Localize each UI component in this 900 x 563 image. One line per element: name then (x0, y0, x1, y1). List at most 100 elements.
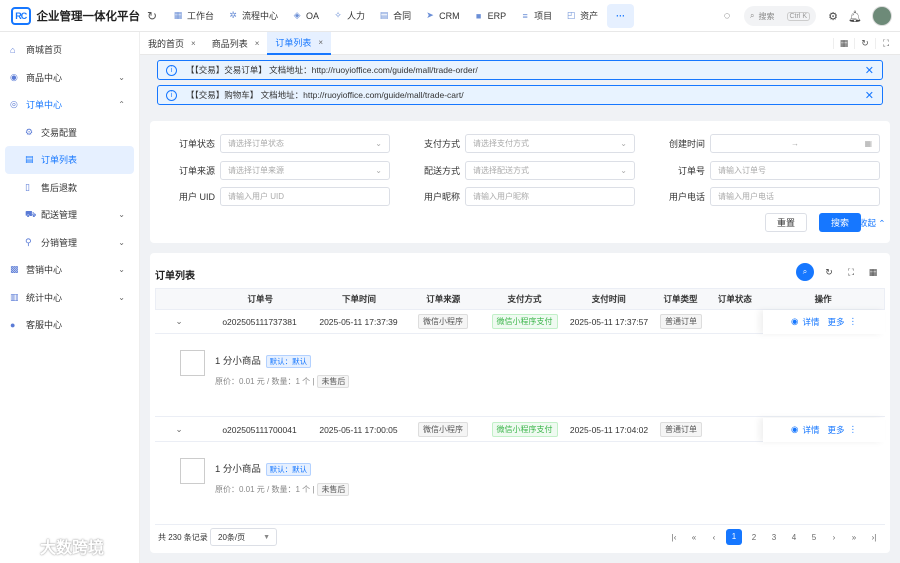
page-2[interactable]: 2 (744, 533, 764, 542)
app-logo[interactable]: RC 企业管理一体化平台 (0, 6, 140, 25)
fullscreen-icon[interactable]: ⛶ (875, 38, 896, 49)
sidebar-item-goods[interactable]: ◉ 商品中心 ⌄ (0, 64, 139, 92)
refresh-icon[interactable]: ↻ (142, 9, 162, 23)
total-count: 共 230 条记录 (158, 532, 208, 542)
chat-icon[interactable]: ◌ (716, 10, 738, 22)
first-page-icon[interactable]: |‹ (664, 533, 684, 542)
sidebar-item-marketing[interactable]: ▩ 营销中心 ⌄ (0, 256, 139, 284)
detail-link[interactable]: 详情 (802, 316, 819, 328)
table-row: ⌄ o202505111700041 2025-05-11 17:00:05 微信小程… (155, 417, 885, 442)
create-time-range[interactable]: → ▦ (710, 134, 880, 153)
top-menu-asset[interactable]: ◰ 资产 (559, 0, 605, 32)
collapse-toggle[interactable]: 收起 ⌃ (859, 217, 885, 229)
more-link[interactable]: 更多 (827, 316, 844, 328)
grid-icon[interactable]: ▦ (833, 38, 854, 49)
tab-2[interactable]: 订单列表 × (267, 31, 332, 55)
tab-label: 商品列表 (211, 38, 248, 49)
close-icon[interactable]: ✕ (865, 64, 874, 77)
info-icon: i (166, 89, 177, 101)
bell-icon[interactable]: 🔔︎ (844, 10, 866, 23)
search-icon: ⌕ (750, 11, 755, 20)
type-tag: 普通订单 (660, 314, 702, 329)
sidebar-item-list[interactable]: ▤ 订单列表 (5, 146, 134, 174)
top-menu-dashboard[interactable]: ▦ 工作台 (166, 0, 221, 32)
expand-chevron-icon[interactable]: ⌄ (155, 424, 203, 435)
aftersale-status-tag: 未售后 (317, 483, 350, 496)
top-menu-contract[interactable]: ▤ 合同 (372, 0, 418, 32)
page-3[interactable]: 3 (764, 533, 784, 542)
prev-five-icon[interactable]: « (684, 533, 704, 542)
close-icon[interactable]: ✕ (865, 89, 874, 102)
top-menu-crm[interactable]: ➤ CRM (418, 0, 467, 32)
page-5[interactable]: 5 (804, 533, 824, 542)
order-no-input[interactable]: 请输入订单号 (710, 161, 880, 180)
search-button[interactable]: 搜索 (819, 213, 861, 232)
sidebar-item-home[interactable]: ⌂ 商城首页 (0, 36, 139, 64)
spec-badge: 默认：默认 (265, 463, 312, 476)
phone-input[interactable]: 请输入用户电话 (710, 187, 880, 206)
column-header: 订单号 (247, 294, 273, 304)
pay-time: 2025-05-11 17:04:02 (569, 424, 649, 435)
top-menu-project[interactable]: ≡ 项目 (513, 0, 559, 32)
next-five-icon[interactable]: » (844, 533, 864, 542)
sidebar-item-distribution[interactable]: ⚲ 分销管理 ⌄ (0, 229, 139, 257)
close-icon[interactable]: × (191, 39, 196, 48)
pay-method-label: 支付方式 (423, 139, 460, 149)
sidebar-item-statistics[interactable]: ▥ 统计中心 ⌄ (0, 284, 139, 312)
refresh-icon[interactable]: ↻ (818, 267, 840, 278)
more-menu-button[interactable]: ··· (607, 3, 635, 28)
refund-icon: ▯ (25, 181, 30, 192)
gear-icon[interactable]: ⚙ (822, 10, 844, 23)
search-shortcut: Ctrl K (786, 11, 810, 21)
sidebar-item-delivery[interactable]: ⛟ 配送管理 ⌄ (0, 201, 139, 229)
reload-icon[interactable]: ↻ (854, 38, 875, 49)
more-dots-icon[interactable]: ⋮ (848, 316, 857, 327)
last-page-icon[interactable]: ›| (864, 533, 884, 542)
top-menu-erp[interactable]: ■ ERP (467, 0, 514, 32)
avatar[interactable] (872, 6, 892, 26)
order-status-select[interactable]: 请选择订单状态 ⌄ (220, 134, 390, 153)
nickname-input[interactable]: 请输入用户昵称 (465, 187, 635, 206)
sidebar-item-label: 订单列表 (41, 155, 78, 166)
sidebar-item-order[interactable]: ◎ 订单中心 ⌃ (0, 91, 139, 119)
search-input[interactable]: ⌕ 搜索 Ctrl K (744, 6, 816, 26)
search-toggle-icon[interactable]: ⌕ (796, 263, 814, 281)
close-icon[interactable]: × (318, 38, 323, 47)
page-4[interactable]: 4 (784, 533, 804, 542)
page-1[interactable]: 1 (726, 529, 742, 545)
sidebar-item-config[interactable]: ⚙ 交易配置 (0, 119, 139, 147)
product-name: 1 分小商品 默认：默认 (215, 353, 312, 368)
statistics-icon: ▥ (10, 291, 19, 302)
expand-chevron-icon[interactable]: ⌄ (155, 316, 203, 327)
sidebar-item-refund[interactable]: ▯ 售后退款 (0, 174, 139, 202)
fullscreen-icon[interactable]: ⛶ (840, 267, 862, 278)
order-source-select[interactable]: 请选择订单来源 ⌄ (220, 161, 390, 180)
more-dots-icon[interactable]: ⋮ (848, 424, 857, 435)
sidebar-item-label: 分销管理 (41, 237, 78, 248)
top-menu-oa[interactable]: ◈ OA (285, 0, 326, 32)
top-bar: RC 企业管理一体化平台 ↻ ▦ 工作台 ✲ 流程中心 ◈ OA ✧ 人力 ▤ 合同 ➤ CRM ■ ER… (0, 0, 900, 32)
reset-button[interactable]: 重置 (765, 213, 807, 232)
page-size-select[interactable]: 20条/页 ▼ (210, 528, 277, 546)
sidebar-item-label: 配送管理 (41, 210, 78, 221)
tab-1[interactable]: 商品列表 × (204, 32, 268, 55)
delivery-select[interactable]: 请选择配送方式 ⌄ (465, 161, 635, 180)
user-uid-input[interactable]: 请输入用户 UID (220, 187, 390, 206)
next-page-icon[interactable]: › (824, 533, 844, 542)
column-settings-icon[interactable]: ▦ (862, 267, 884, 278)
crm-icon: ➤ (426, 10, 434, 20)
spec-badge: 默认：默认 (265, 355, 312, 368)
sidebar-item-service[interactable]: ● 客服中心 (0, 311, 139, 339)
chevron-icon: ⌄ (118, 72, 125, 82)
placeholder: 请输入用户 UID (228, 192, 284, 201)
order-time: 2025-05-11 17:00:05 (319, 424, 398, 435)
more-link[interactable]: 更多 (827, 424, 844, 436)
top-menu-flow[interactable]: ✲ 流程中心 (221, 0, 285, 32)
tab-0[interactable]: 我的首页 × (140, 32, 204, 55)
sidebar-item-label: 交易配置 (41, 127, 78, 138)
detail-link[interactable]: 详情 (802, 424, 819, 436)
close-icon[interactable]: × (255, 39, 260, 48)
top-menu-people[interactable]: ✧ 人力 (326, 0, 372, 32)
prev-page-icon[interactable]: ‹ (704, 533, 724, 542)
pay-method-select[interactable]: 请选择支付方式 ⌄ (465, 134, 635, 153)
